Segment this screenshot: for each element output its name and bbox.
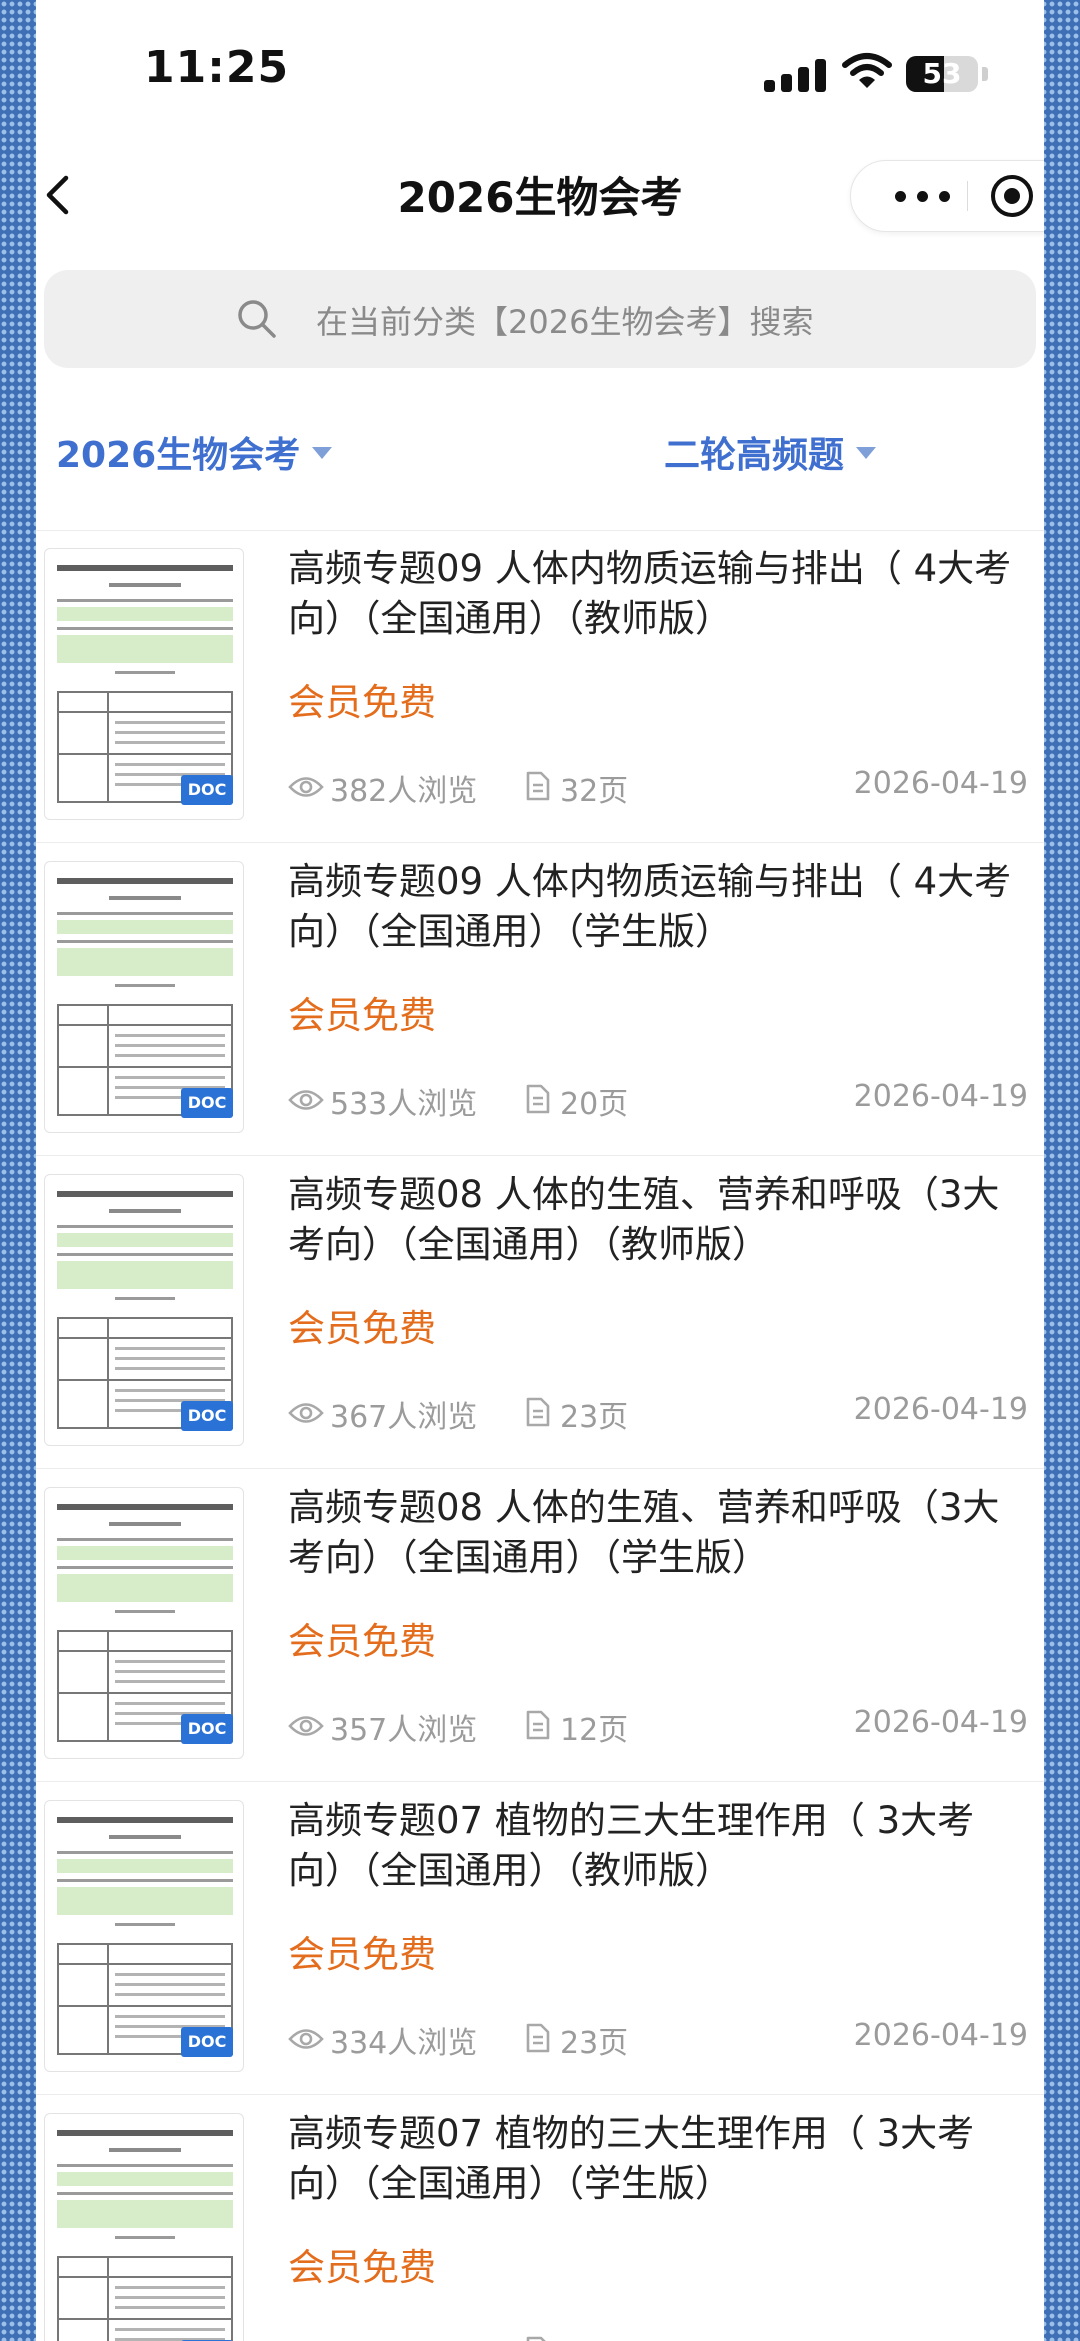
document-list: DOC 高频专题09 人体内物质运输与排出（ 4大考向）（全国通用）（教师版） … xyxy=(36,530,1044,2341)
document-item[interactable]: DOC 高频专题08 人体的生殖、营养和呼吸（3大考向）（全国通用）（学生版） … xyxy=(36,1469,1044,1782)
battery-icon: 53 xyxy=(906,56,978,92)
category-filter[interactable]: 2026生物会考 xyxy=(56,426,333,482)
doc-file-badge: DOC xyxy=(181,1401,233,1431)
eye-icon xyxy=(288,777,324,797)
category-filter-label: 2026生物会考 xyxy=(56,435,301,476)
document-price: 会员免费 xyxy=(288,2246,436,2289)
document-title: 高频专题08 人体的生殖、营养和呼吸（3大考向）（全国通用）（学生版） xyxy=(288,1486,1000,1579)
eye-icon xyxy=(288,1090,324,1110)
view-count: 533人浏览 xyxy=(330,1087,478,1122)
search-placeholder: 在当前分类【2026生物会考】搜索 xyxy=(316,303,814,341)
publish-date: 2026-04-19 xyxy=(853,766,1028,801)
document-meta: 382人浏览 32页 2026-04-19 xyxy=(288,766,1028,810)
eye-icon xyxy=(288,1716,324,1736)
document-meta xyxy=(288,2331,1028,2341)
document-thumbnail: DOC xyxy=(44,2113,244,2341)
document-price: 会员免费 xyxy=(288,1620,436,1663)
view-count: 334人浏览 xyxy=(330,2026,478,2061)
document-title: 高频专题09 人体内物质运输与排出（ 4大考向）（全国通用）（学生版） xyxy=(288,860,1012,953)
document-meta: 533人浏览 20页 2026-04-19 xyxy=(288,1079,1028,1123)
publish-date: 2026-04-19 xyxy=(853,1392,1028,1427)
document-title: 高频专题07 植物的三大生理作用（ 3大考向）（全国通用）（学生版） xyxy=(288,2112,975,2205)
page-count-icon xyxy=(526,2023,550,2053)
wifi-icon xyxy=(842,53,892,88)
publish-date: 2026-04-19 xyxy=(853,2018,1028,2053)
document-item[interactable]: DOC 高频专题09 人体内物质运输与排出（ 4大考向）（全国通用）（学生版） … xyxy=(36,843,1044,1156)
doc-file-badge: DOC xyxy=(181,775,233,805)
page-count-icon xyxy=(526,1710,550,1740)
page-count: 23页 xyxy=(560,2026,629,2061)
doc-file-badge: DOC xyxy=(181,2027,233,2057)
document-item[interactable]: DOC 高频专题09 人体内物质运输与排出（ 4大考向）（全国通用）（教师版） … xyxy=(36,530,1044,843)
page-count-icon xyxy=(526,1084,550,1114)
page-count: 12页 xyxy=(560,1713,629,1748)
phone-screen: 11:25 53 2026生物会考 在当前分类【2026生物会考】搜索 2026… xyxy=(36,0,1044,2341)
document-item[interactable]: DOC 高频专题08 人体的生殖、营养和呼吸（3大考向）（全国通用）（教师版） … xyxy=(36,1156,1044,1469)
doc-file-badge: DOC xyxy=(181,1714,233,1744)
document-price: 会员免费 xyxy=(288,994,436,1037)
search-input[interactable]: 在当前分类【2026生物会考】搜索 xyxy=(44,270,1036,368)
publish-date: 2026-04-19 xyxy=(853,1079,1028,1114)
eye-icon xyxy=(288,2029,324,2049)
more-icon[interactable] xyxy=(887,175,959,217)
view-count: 382人浏览 xyxy=(330,774,478,809)
document-meta: 367人浏览 23页 2026-04-19 xyxy=(288,1392,1028,1436)
search-icon xyxy=(238,300,276,338)
page-count: 32页 xyxy=(560,774,629,809)
signal-icon xyxy=(764,58,826,92)
document-price: 会员免费 xyxy=(288,1933,436,1976)
eye-icon xyxy=(288,2337,324,2341)
back-button[interactable] xyxy=(36,160,116,230)
document-title: 高频专题08 人体的生殖、营养和呼吸（3大考向）（全国通用）（教师版） xyxy=(288,1173,1000,1266)
page-count-icon xyxy=(526,771,550,801)
battery-level: 53 xyxy=(922,57,962,90)
battery-tip xyxy=(982,67,988,81)
view-count: 357人浏览 xyxy=(330,1713,478,1748)
page-count-icon xyxy=(526,2336,546,2341)
document-thumbnail: DOC xyxy=(44,1487,244,1759)
document-thumbnail: DOC xyxy=(44,1174,244,1446)
caret-down-icon xyxy=(312,447,333,459)
caret-down-icon xyxy=(856,447,877,459)
subcategory-filter-label: 二轮高频题 xyxy=(664,435,845,476)
page-count: 20页 xyxy=(560,1087,629,1122)
document-meta: 334人浏览 23页 2026-04-19 xyxy=(288,2018,1028,2062)
document-price: 会员免费 xyxy=(288,1307,436,1350)
document-thumbnail: DOC xyxy=(44,1800,244,2072)
document-thumbnail: DOC xyxy=(44,861,244,1133)
document-title: 高频专题07 植物的三大生理作用（ 3大考向）（全国通用）（教师版） xyxy=(288,1799,975,1892)
eye-icon xyxy=(288,1403,324,1423)
doc-file-badge: DOC xyxy=(181,1088,233,1118)
document-price: 会员免费 xyxy=(288,681,436,724)
document-item[interactable]: DOC 高频专题07 植物的三大生理作用（ 3大考向）（全国通用）（学生版） 会… xyxy=(36,2095,1044,2341)
mini-program-capsule xyxy=(850,160,1044,232)
document-item[interactable]: DOC 高频专题07 植物的三大生理作用（ 3大考向）（全国通用）（教师版） 会… xyxy=(36,1782,1044,2095)
document-title: 高频专题09 人体内物质运输与排出（ 4大考向）（全国通用）（教师版） xyxy=(288,547,1012,640)
capsule-divider xyxy=(967,181,968,211)
status-time: 11:25 xyxy=(144,42,290,93)
subcategory-filter[interactable]: 二轮高频题 xyxy=(664,426,877,482)
publish-date: 2026-04-19 xyxy=(853,1705,1028,1740)
close-mini-program-icon[interactable] xyxy=(991,175,1033,217)
view-count: 367人浏览 xyxy=(330,1400,478,1435)
document-thumbnail: DOC xyxy=(44,548,244,820)
document-meta: 357人浏览 12页 2026-04-19 xyxy=(288,1705,1028,1749)
page-count: 23页 xyxy=(560,1400,629,1435)
page-count-icon xyxy=(526,1397,550,1427)
